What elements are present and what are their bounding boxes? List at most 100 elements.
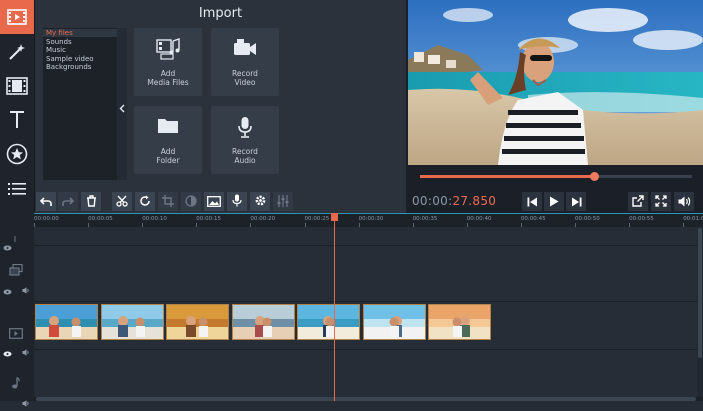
edit-toolbar (35, 190, 406, 213)
stickers-tool-button[interactable] (0, 137, 34, 171)
tile-label: Record Video (232, 69, 258, 87)
category-music[interactable]: Music (46, 46, 66, 54)
skip-back-icon (527, 192, 538, 211)
film-transitions-icon (6, 77, 28, 95)
color-adjust-button[interactable] (181, 192, 201, 211)
ruler-tick-label: 00:00:25 (304, 216, 330, 222)
fullscreen-icon (655, 192, 667, 211)
transitions-tool-button[interactable] (0, 69, 34, 103)
category-backgrounds[interactable]: Backgrounds (46, 63, 91, 71)
timeline-clip[interactable] (297, 304, 360, 340)
tool-sidebar (0, 0, 35, 213)
overlay-track-icon (9, 261, 23, 280)
export-button[interactable] (628, 192, 648, 211)
clip-strip (34, 303, 703, 340)
eye-icon[interactable] (3, 342, 12, 361)
tile-label: Add Media Files (147, 69, 189, 87)
timeline-horizontal-scrollbar[interactable] (34, 397, 703, 401)
timeline-clip[interactable] (166, 304, 229, 340)
ruler-tick-label: 00:00:40 (466, 216, 492, 222)
timeline-clip[interactable] (35, 304, 98, 340)
audio-track[interactable] (34, 350, 703, 398)
timeline-clip[interactable] (428, 304, 491, 340)
timeline-clip[interactable] (231, 304, 295, 340)
category-list: My files Sounds Music Sample video Backg… (43, 28, 117, 180)
eye-icon[interactable] (3, 280, 12, 299)
crop-button[interactable] (158, 192, 178, 211)
settings-button[interactable] (250, 192, 270, 211)
filters-tool-button[interactable] (0, 35, 34, 69)
scrollbar-thumb[interactable] (698, 228, 702, 358)
speaker-icon[interactable] (22, 279, 30, 298)
microphone-icon (232, 192, 242, 211)
playback-progress-bar[interactable] (420, 172, 692, 181)
playback-controls: 00:00:27.850 (406, 190, 703, 213)
time-ruler[interactable]: 00:00:00 00:00:05 00:00:10 00:00:15 00:00:20… (34, 213, 703, 227)
progress-knob[interactable] (590, 172, 600, 181)
play-button[interactable] (544, 192, 564, 211)
undo-icon (39, 192, 52, 211)
track-headers (0, 213, 35, 407)
ruler-tick-label: 00:00:30 (358, 216, 384, 222)
voice-over-button[interactable] (227, 192, 247, 211)
more-menu-icon (7, 181, 27, 197)
import-title: Import (198, 6, 243, 21)
timeline-clip[interactable] (100, 304, 164, 340)
category-sample-video[interactable]: Sample video (46, 55, 94, 63)
equalizer-icon (277, 192, 289, 211)
redo-icon (62, 192, 75, 211)
stickers-star-icon (6, 143, 28, 165)
scissors-icon (116, 192, 128, 211)
volume-button[interactable] (674, 192, 694, 211)
text-track[interactable] (34, 227, 703, 246)
category-my-files[interactable]: My files (46, 29, 73, 37)
cut-button[interactable] (112, 192, 132, 211)
more-tools-button[interactable] (0, 172, 34, 206)
titles-tool-button[interactable] (0, 103, 34, 137)
timeline: 00:00:00 00:00:05 00:00:10 00:00:15 00:00:20… (0, 213, 703, 407)
redo-button[interactable] (58, 192, 78, 211)
ruler-tick-label: 00:00:50 (575, 216, 600, 222)
collapse-panel-button[interactable] (117, 28, 127, 180)
ruler-tick-label: 00:00:20 (250, 216, 276, 222)
rotate-button[interactable] (135, 192, 155, 211)
timeline-clip[interactable] (362, 304, 426, 340)
scrollbar-thumb[interactable] (36, 397, 696, 401)
next-button[interactable] (566, 192, 586, 211)
picture-icon (207, 192, 221, 211)
ruler-tick-label: 00:00:35 (412, 216, 438, 222)
equalizer-button[interactable] (273, 192, 293, 211)
camera-icon (211, 38, 279, 56)
image-insert-button[interactable] (204, 192, 224, 211)
marker-icon (12, 227, 18, 246)
speaker-icon[interactable] (22, 392, 30, 411)
crop-icon (162, 192, 174, 211)
undo-button[interactable] (36, 192, 56, 211)
playhead-handle[interactable] (331, 213, 338, 221)
add-folder-button[interactable]: Add Folder (134, 106, 202, 174)
ruler-tick-label: 00:00:00 (34, 216, 59, 222)
add-media-files-button[interactable]: Add Media Files (134, 28, 202, 96)
ruler-tick-label: 00:00:45 (520, 216, 546, 222)
record-video-button[interactable]: Record Video (211, 28, 279, 96)
category-sounds[interactable]: Sounds (46, 38, 72, 46)
timeline-vertical-scrollbar[interactable] (697, 226, 703, 397)
export-icon (632, 192, 644, 211)
timecode-display: 00:00:27.850 (412, 194, 496, 208)
fullscreen-button[interactable] (651, 192, 671, 211)
eye-icon[interactable] (3, 236, 12, 255)
media-files-icon (134, 38, 202, 60)
skip-forward-icon (571, 192, 582, 211)
timecode-prefix: 00:00: (412, 194, 453, 208)
import-tool-button[interactable] (0, 0, 34, 34)
record-audio-button[interactable]: Record Audio (211, 106, 279, 174)
playhead-line[interactable] (334, 213, 335, 401)
video-import-icon (7, 9, 27, 25)
overlay-track[interactable] (34, 246, 703, 302)
progress-fill (420, 175, 595, 178)
delete-button[interactable] (81, 192, 101, 211)
video-track[interactable] (34, 302, 703, 350)
previous-button[interactable] (522, 192, 542, 211)
speaker-icon[interactable] (22, 341, 30, 360)
folder-icon (134, 116, 202, 134)
